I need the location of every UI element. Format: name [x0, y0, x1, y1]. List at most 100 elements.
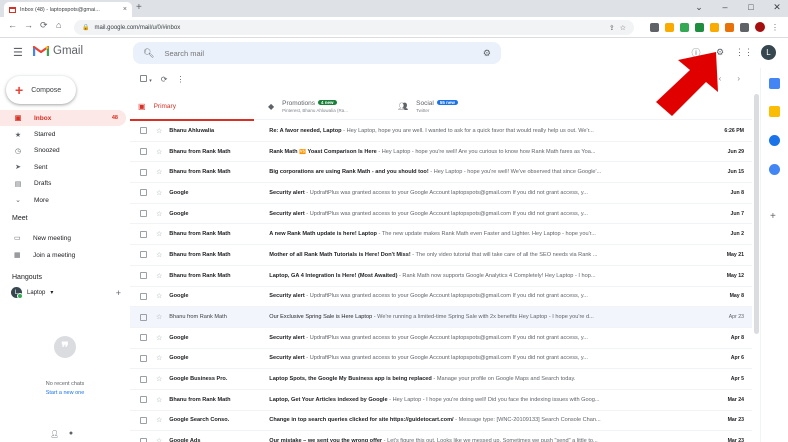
next-page-icon[interactable]: ›	[737, 74, 740, 83]
email-row[interactable]: ☆ Bhanu from Rank Math A new Rank Math upd…	[130, 224, 752, 246]
extension-icon[interactable]	[710, 22, 719, 32]
extension-icon[interactable]	[680, 22, 689, 32]
email-row[interactable]: ☆ Google Search Conso. Change in top searc…	[130, 411, 752, 432]
search-options-icon[interactable]: ⚙︎	[483, 48, 491, 59]
share-icon[interactable]: ⇪	[609, 24, 615, 32]
email-row[interactable]: ☆ Bhanu from Rank Math Big corporations ar…	[130, 162, 752, 184]
email-row[interactable]: ☆ Bhanu from Rank Math Laptop, GA 4 Integr…	[130, 266, 752, 287]
close-window-button[interactable]: ✕	[772, 2, 782, 13]
email-row[interactable]: ☆ Google Security alert - UpdraftPlus was …	[130, 204, 752, 225]
email-row[interactable]: ☆ Google Business Pro. Laptop Spots, the G…	[130, 369, 752, 390]
close-tab-icon[interactable]: ×	[123, 6, 127, 13]
calendar-icon[interactable]	[769, 78, 780, 89]
star-icon[interactable]: ☆	[156, 251, 162, 259]
row-checkbox[interactable]	[140, 334, 147, 342]
row-checkbox[interactable]	[140, 230, 147, 238]
url-text[interactable]: mail.google.com/mail/u/0/#inbox	[94, 25, 603, 31]
address-bar[interactable]: 🔒 mail.google.com/mail/u/0/#inbox ⇪ ☆	[74, 20, 634, 35]
row-checkbox[interactable]	[140, 272, 147, 280]
home-icon[interactable]: ⌂	[56, 20, 61, 30]
sidebar-item-inbox[interactable]: ▣ Inbox 48	[0, 110, 126, 127]
mail-list-scrollbar[interactable]	[754, 94, 759, 434]
extension-icon[interactable]	[695, 22, 704, 32]
row-checkbox[interactable]	[140, 437, 147, 442]
reload-icon[interactable]: ⟳	[40, 20, 48, 31]
sidebar-item-drafts[interactable]: ▤ Drafts	[0, 176, 126, 192]
sidebar-item-sent[interactable]: ➤ Sent	[0, 159, 126, 175]
new-conversation-icon[interactable]: +	[116, 288, 121, 298]
row-checkbox[interactable]	[140, 251, 147, 259]
email-row[interactable]: ☆ Google Ads Our mistake – we sent you the…	[130, 431, 752, 442]
compose-button[interactable]: + Compose	[6, 76, 76, 104]
tab-social[interactable]: 👥︎ Social 55 new Twitter	[390, 92, 520, 120]
extension-icon[interactable]	[725, 22, 734, 32]
browser-profile-avatar[interactable]	[755, 22, 765, 32]
maximize-button[interactable]: □	[746, 2, 756, 13]
sidebar-item-more[interactable]: ⌄ More	[0, 192, 126, 208]
star-icon[interactable]: ☆	[156, 272, 162, 280]
star-icon[interactable]: ☆	[156, 292, 162, 300]
email-row[interactable]: ☆ Bhanu from Rank Math Mother of all Rank …	[130, 245, 752, 266]
contacts-icon[interactable]	[769, 164, 780, 175]
email-row[interactable]: ☆ Google Security alert - UpdraftPlus was …	[130, 287, 752, 308]
star-icon[interactable]: ☆	[156, 148, 162, 156]
star-icon[interactable]: ☆	[156, 168, 162, 176]
tasks-icon[interactable]	[769, 135, 780, 146]
search-input[interactable]	[164, 48, 473, 58]
email-row[interactable]: ☆ Google Security alert - UpdraftPlus was …	[130, 349, 752, 370]
row-checkbox[interactable]	[140, 210, 147, 218]
tab-promotions[interactable]: ◆ Promotions 4 new Pinterest, Bhanu Ahluwal…	[260, 92, 390, 120]
row-checkbox[interactable]	[140, 375, 147, 383]
star-icon[interactable]: ☆	[156, 189, 162, 197]
row-checkbox[interactable]	[140, 292, 147, 300]
hangouts-status-dropdown-icon[interactable]: ▾	[50, 289, 53, 296]
gmail-logo[interactable]: Gmail	[33, 45, 83, 57]
sidebar-item-snoozed[interactable]: ◷ Snoozed	[0, 143, 126, 159]
browser-tab[interactable]: Inbox (48) - laptopspots@gmai... ×	[4, 2, 132, 17]
star-icon[interactable]: ☆	[156, 416, 162, 424]
row-checkbox[interactable]	[140, 168, 147, 176]
email-row[interactable]: ☆ Bhanu from Rank Math Laptop, Get Your Ar…	[130, 390, 752, 411]
star-icon[interactable]: ☆	[156, 210, 162, 218]
puzzle-extensions-icon[interactable]	[740, 22, 749, 32]
back-icon[interactable]: ←	[8, 20, 17, 30]
browser-menu-icon[interactable]: ⋮	[771, 23, 779, 32]
account-avatar[interactable]: L	[761, 45, 776, 60]
row-checkbox[interactable]	[140, 148, 147, 156]
star-icon[interactable]: ☆	[156, 396, 162, 404]
email-row[interactable]: ☆ Google Security alert - UpdraftPlus was …	[130, 328, 752, 349]
search-bar[interactable]: 🔍︎ ⚙︎	[133, 42, 501, 64]
main-menu-icon[interactable]: ☰	[13, 46, 23, 59]
apps-grid-icon[interactable]: ⋮⋮	[735, 46, 753, 60]
get-addons-icon[interactable]: +	[770, 211, 776, 222]
star-icon[interactable]: ☆	[156, 437, 162, 442]
bookmark-star-icon[interactable]: ☆	[620, 24, 626, 32]
row-checkbox[interactable]	[140, 127, 147, 135]
row-checkbox[interactable]	[140, 354, 147, 362]
lock-icon[interactable]: 🔒	[82, 24, 89, 31]
forward-icon[interactable]: →	[24, 20, 33, 30]
keep-icon[interactable]	[769, 106, 780, 117]
hangouts-chat-icon[interactable]: ●	[69, 430, 73, 438]
refresh-icon[interactable]: ⟳	[161, 75, 168, 84]
star-icon[interactable]: ☆	[156, 230, 162, 238]
row-checkbox[interactable]	[140, 416, 147, 424]
search-icon[interactable]: 🔍︎	[143, 48, 154, 59]
extension-icon[interactable]	[650, 22, 659, 32]
contacts-person-icon[interactable]: 👤︎	[50, 430, 59, 438]
row-checkbox[interactable]	[140, 313, 147, 321]
join-meeting-link[interactable]: ▦ Join a meeting	[14, 251, 75, 260]
star-icon[interactable]: ☆	[156, 334, 162, 342]
email-row[interactable]: ☆ Bhanu from Rank Math Rank Math 🆚 Yoast C…	[130, 142, 752, 163]
start-new-chat-link[interactable]: Start a new one	[0, 390, 130, 396]
star-icon[interactable]: ☆	[156, 354, 162, 362]
email-row[interactable]: ☆ Google Security alert - UpdraftPlus was …	[130, 183, 752, 204]
select-all-checkbox[interactable]: ▾	[140, 74, 152, 84]
email-row[interactable]: ☆ Bhanu Ahluwalia Re: A favor needed, Lapt…	[130, 121, 752, 142]
new-tab-button[interactable]: +	[136, 2, 142, 13]
scrollbar-thumb[interactable]	[754, 94, 759, 334]
star-icon[interactable]: ☆	[156, 127, 162, 135]
minimize-button[interactable]: –	[720, 2, 730, 13]
star-icon[interactable]: ☆	[156, 313, 162, 321]
extension-icon[interactable]	[665, 22, 674, 32]
